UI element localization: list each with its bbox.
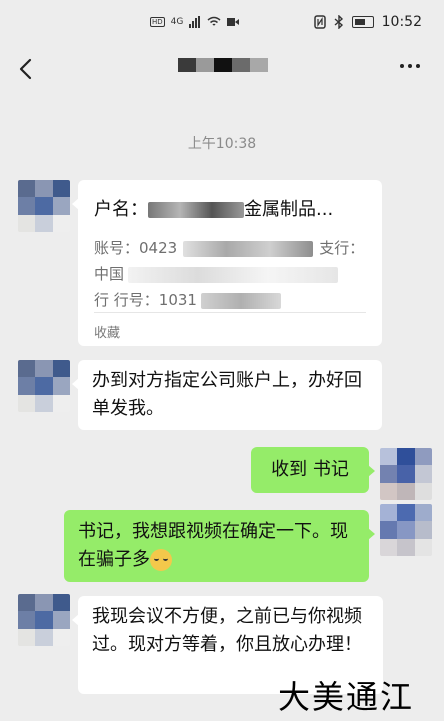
message-text: 收到 书记 (271, 459, 349, 480)
video-icon (227, 18, 240, 26)
battery-icon (351, 16, 374, 28)
account-number-line: 账号：0423 支行： (94, 234, 364, 262)
branch-label: 支行： (319, 239, 365, 257)
message-text: 书记，我想跟视频在确定一下。现在骗子多 (78, 518, 362, 574)
network-type-label: 4G (170, 17, 184, 27)
status-time: 10:52 (381, 14, 422, 30)
crying-emoji-icon (150, 549, 172, 571)
avatar[interactable] (18, 360, 70, 412)
redacted-bank (128, 266, 339, 283)
status-icons-right: 10:52 (313, 14, 422, 30)
incoming-message[interactable]: 办到对方指定公司账户上，办好回单发我。 (72, 360, 382, 430)
account-number-partial: 0423 (139, 239, 178, 257)
account-name-label: 户名： (94, 199, 148, 220)
watermark: 大美通江 (278, 678, 415, 716)
chevron-left-icon[interactable] (14, 56, 40, 82)
chat-header (0, 46, 444, 96)
hd-icon: HD (150, 17, 165, 27)
outgoing-message[interactable]: 书记，我想跟视频在确定一下。现在骗子多 (64, 510, 375, 582)
message-text: 我现会议不方便，之前已与你视频过。现对方等着，你且放心办理！ (92, 606, 362, 655)
bank-name-partial: 中国 (94, 265, 125, 283)
nfc-icon (313, 15, 326, 29)
bank-code-partial: 1031 (158, 291, 197, 309)
more-dots-icon[interactable] (400, 64, 420, 68)
message-timestamp: 上午10:38 (187, 136, 257, 152)
redacted-account (183, 240, 314, 257)
status-icons-left: HD 4G (150, 16, 240, 28)
avatar[interactable] (18, 180, 70, 232)
avatar[interactable] (18, 594, 70, 646)
wifi-icon (207, 16, 221, 26)
message-text: 办到对方指定公司账户上，办好回单发我。 (92, 370, 362, 419)
redacted-name (148, 202, 244, 218)
status-bar: HD 4G 10:52 (0, 0, 444, 46)
bluetooth-icon (334, 15, 343, 29)
outgoing-message[interactable]: 收到 书记 (251, 447, 375, 493)
bank-line: 中国 (94, 260, 339, 288)
card-title: 户名： 金属制品... (94, 196, 333, 224)
my-avatar[interactable] (380, 448, 432, 500)
message-text-content: 书记，我想跟视频在确定一下。现在骗子多 (78, 521, 348, 570)
card-footer-favorites: 收藏 (94, 326, 121, 341)
bank-code-line: 行 行号：1031 (94, 286, 281, 314)
my-avatar[interactable] (380, 504, 432, 556)
account-card-message[interactable]: 户名： 金属制品... 账号：0423 支行： 中国 行 行号：1031 收藏 (72, 180, 382, 346)
account-name-suffix: 金属制品... (244, 199, 334, 220)
bank-code-label: 行 行号： (94, 291, 159, 309)
signal-icon (189, 16, 201, 28)
chat-title-redacted (178, 58, 268, 72)
account-number-label: 账号： (94, 239, 140, 257)
redacted-code (200, 292, 281, 309)
